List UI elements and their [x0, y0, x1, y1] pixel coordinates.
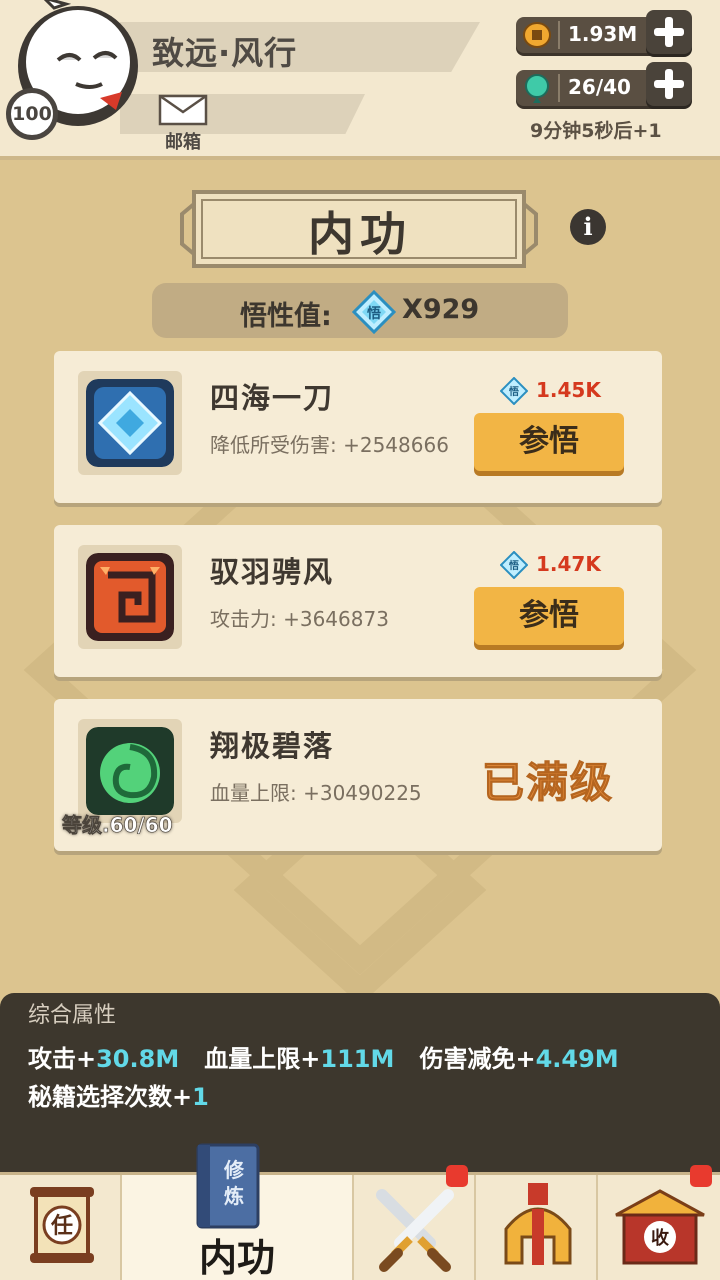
energy-orb-icon — [525, 74, 549, 103]
skill-cost-value: 1.47K — [536, 552, 601, 576]
skill-name: 驭羽骋风 — [210, 555, 335, 589]
nav-neigong[interactable]: 修 炼 内功 — [122, 1143, 354, 1280]
skill-cost: 悟 1.45K — [500, 377, 630, 405]
add-energy-button[interactable] — [646, 62, 692, 106]
red-rune-skill-icon — [86, 553, 174, 641]
wuxing-gem-icon: 悟 — [352, 290, 396, 334]
skill-icon-frame — [78, 371, 182, 475]
mailbox-button[interactable]: 邮箱 — [158, 92, 208, 153]
attack-value: 30.8M — [96, 1045, 180, 1073]
wuxing-gem-icon: 悟 — [500, 551, 528, 579]
nav-tasks[interactable]: 任 — [0, 1175, 122, 1280]
cultivation-book-icon: 修 炼 — [196, 1143, 260, 1229]
comprehend-button[interactable]: 参悟 — [474, 413, 624, 471]
notification-dot — [690, 1165, 712, 1187]
wuxing-value: X929 — [402, 294, 480, 325]
svg-text:悟: 悟 — [508, 385, 519, 398]
add-coins-button[interactable] — [646, 10, 692, 54]
damage-reduction-label: 伤害减免+ — [419, 1045, 536, 1073]
picks-label: 秘籍选择次数+ — [28, 1083, 193, 1111]
top-bar: 100 致远·风行 邮箱 1.93M 26/40 9分钟5秒后+1 — [0, 0, 720, 160]
damage-reduction-value: 4.49M — [535, 1045, 619, 1073]
page-title: 内功 — [308, 207, 412, 261]
attributes-line: 攻击+30.8M 血量上限+111M 伤害减免+4.49M — [28, 1039, 619, 1074]
green-swirl-skill-icon — [86, 727, 174, 815]
skill-icon-frame — [78, 545, 182, 649]
envelope-icon — [158, 94, 208, 126]
mailbox-label: 邮箱 — [165, 132, 201, 153]
shop-icon-label: 收 — [651, 1227, 669, 1249]
attributes-panel: 综合属性 攻击+30.8M 血量上限+111M 伤害减免+4.49M 秘籍选择次… — [0, 993, 720, 1183]
nav-battle[interactable] — [354, 1165, 476, 1280]
skill-card: 驭羽骋风 攻击力: +3646873 悟 1.47K 参悟 — [54, 525, 662, 677]
skill-card: 等级.60/60 翔极碧落 血量上限: +30490225 已满级 — [54, 699, 662, 851]
svg-text:修: 修 — [223, 1158, 245, 1182]
hp-label: 血量上限+ — [204, 1045, 321, 1073]
energy-timer: 9分钟5秒后+1 — [530, 120, 662, 142]
skill-icon-frame — [78, 719, 182, 823]
task-scroll-icon: 任 — [30, 1187, 94, 1263]
svg-text:悟: 悟 — [508, 559, 519, 572]
skill-card: 四海一刀 降低所受伤害: +2548666 悟 1.45K 参悟 — [54, 351, 662, 503]
hp-value: 111M — [320, 1045, 395, 1073]
blue-crystal-skill-icon — [86, 379, 174, 467]
skill-bonus: 攻击力: +3646873 — [210, 607, 389, 631]
svg-text:悟: 悟 — [367, 305, 381, 322]
nav-active-label: 内功 — [198, 1236, 275, 1280]
skill-level: 等级.60/60 — [62, 813, 173, 838]
info-button[interactable]: i — [570, 209, 606, 245]
nav-collection[interactable]: 收 — [598, 1165, 720, 1280]
shop-building-icon: 收 — [615, 1189, 705, 1265]
task-icon-label: 任 — [50, 1213, 73, 1239]
picks-value: 1 — [192, 1083, 209, 1111]
nav-equipment[interactable] — [476, 1175, 598, 1280]
attack-label: 攻击+ — [28, 1045, 97, 1073]
wuxing-gem-icon: 悟 — [500, 377, 528, 405]
comprehend-button[interactable]: 参悟 — [474, 587, 624, 645]
skill-bonus: 降低所受伤害: +2548666 — [210, 433, 449, 457]
max-level-status: 已满级 — [481, 758, 615, 808]
skill-name: 翔极碧落 — [210, 729, 335, 763]
coin-icon — [523, 22, 551, 48]
player-name: 致远·风行 — [152, 34, 298, 72]
skill-cost-value: 1.45K — [536, 378, 601, 402]
helmet-icon — [504, 1183, 572, 1265]
coin-value: 1.93M — [568, 22, 638, 46]
player-level-badge: 100 — [6, 88, 58, 140]
bottom-nav: 任 修 炼 内功 收 — [0, 1143, 720, 1280]
attributes-title: 综合属性 — [28, 1003, 117, 1028]
attributes-line: 秘籍选择次数+1 — [28, 1077, 209, 1112]
crossed-swords-icon — [376, 1189, 454, 1272]
wuxing-label: 悟性值: — [240, 301, 332, 332]
energy-value: 26/40 — [568, 75, 631, 99]
skill-name: 四海一刀 — [210, 381, 335, 415]
svg-text:炼: 炼 — [224, 1184, 244, 1208]
skill-bonus: 血量上限: +30490225 — [210, 781, 422, 805]
skill-cost: 悟 1.47K — [500, 551, 630, 579]
notification-dot — [446, 1165, 468, 1187]
mail-ribbon — [120, 94, 365, 134]
